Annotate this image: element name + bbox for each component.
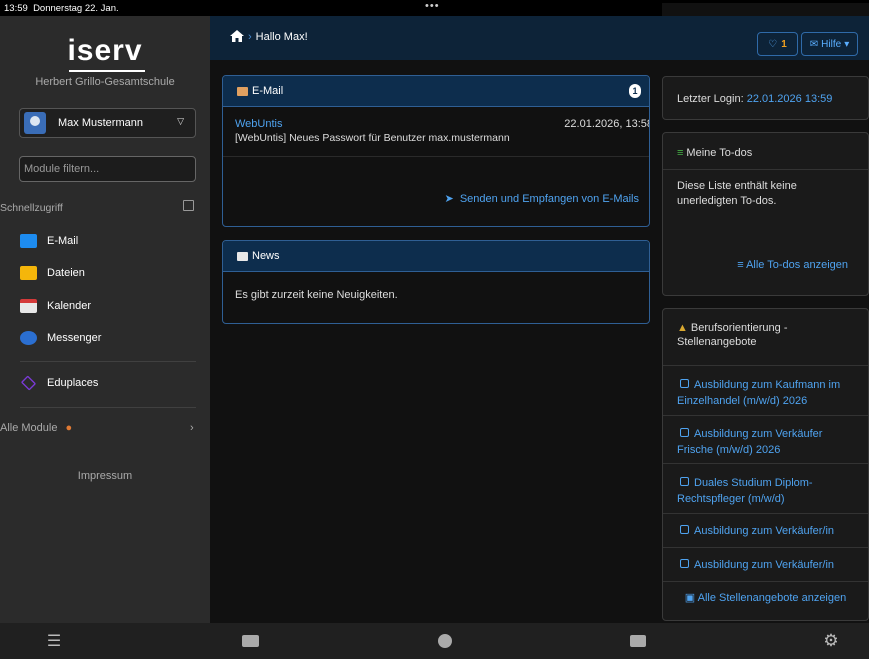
new-indicator-dot: ●	[65, 422, 73, 434]
quick-access-label: Schnellzugriff	[0, 202, 63, 214]
menu-icon[interactable]: ☰	[44, 633, 64, 650]
last-login-card: Letzter Login: 22.01.2026 13:59	[662, 76, 869, 120]
gear-icon[interactable]: ⚙	[822, 631, 840, 650]
help-label: Hilfe	[821, 38, 842, 50]
sidebar-item-label: Dateien	[47, 267, 85, 279]
mail-icon	[20, 234, 37, 248]
notifications-button[interactable]: ♡ 1	[757, 32, 798, 56]
news-panel: News Es gibt zurzeit keine Neuigkeiten.	[222, 240, 650, 324]
home-icon[interactable]	[230, 30, 244, 42]
divider	[663, 169, 868, 170]
eduplaces-icon	[20, 375, 37, 391]
send-receive-mail-link[interactable]: ➤ Senden und Empfangen von E-Mails	[444, 192, 639, 205]
mail-date: 22.01.2026, 13:58	[564, 118, 650, 130]
news-icon	[237, 251, 248, 261]
caret-down-icon: ▾	[844, 38, 850, 50]
divider	[663, 581, 868, 582]
briefcase-icon	[680, 379, 689, 388]
email-panel-title: E-Mail	[252, 85, 284, 97]
briefcase-icon	[680, 428, 689, 437]
chat-icon[interactable]	[436, 633, 454, 649]
job-item[interactable]: Duales Studium Diplom-Rechtspfleger (m/w…	[663, 463, 868, 513]
sidebar-item-label: Messenger	[47, 332, 102, 344]
briefcase-icon	[680, 559, 689, 568]
briefcase-icon	[680, 477, 689, 486]
todo-card: ≡ Meine To-dos Diese Liste enthält keine …	[662, 132, 869, 296]
jobs-title: ▲ Berufsorientierung - Stellenangebote	[677, 322, 788, 348]
avatar	[24, 112, 46, 134]
divider	[20, 361, 196, 362]
divider	[223, 156, 649, 157]
calendar-icon	[20, 299, 37, 313]
user-name: Max Mustermann	[58, 117, 143, 129]
checklist-icon: ≡	[677, 147, 684, 159]
list-icon: ≡	[737, 259, 744, 271]
sidebar-item-label: Kalender	[47, 300, 92, 312]
news-panel-title: News	[252, 250, 280, 262]
all-todos-link[interactable]: ≡ Alle To-dos anzeigen	[737, 259, 848, 271]
sidebar: iserv Herbert Grillo-Gesamtschule Max Mu…	[0, 16, 210, 623]
caret-down-icon: ▽	[177, 116, 184, 126]
job-item[interactable]: Ausbildung zum Verkäufer Frische (m/w/d)…	[663, 415, 868, 463]
last-login-text: Letzter Login: 22.01.2026 13:59	[677, 93, 833, 105]
bell-icon: ♡	[768, 38, 778, 50]
right-column: Letzter Login: 22.01.2026 13:59 ≡ Meine T…	[662, 60, 869, 623]
divider	[20, 407, 196, 408]
status-bar: 13:59 Donnerstag 22. Jan. ••• ☯ 6 %	[0, 0, 869, 566]
news-empty-text: Es gibt zurzeit keine Neuigkeiten.	[235, 289, 398, 301]
chevron-right-icon: ›	[190, 422, 194, 434]
mail-list-item[interactable]: WebUntis 22.01.2026, 13:58 [WebUntis] Ne…	[235, 118, 650, 144]
help-button[interactable]: ✉ Hilfe ▾	[801, 32, 858, 56]
sidebar-item-label: E-Mail	[47, 235, 79, 247]
mailbox-icon	[237, 86, 248, 96]
all-jobs-link[interactable]: ▣ Alle Stellenangebote anzeigen	[663, 591, 868, 604]
all-modules-link[interactable]: Alle Module ● ›	[0, 422, 210, 434]
todo-title: ≡ Meine To-dos	[677, 147, 753, 159]
briefcase-icon: ▣	[684, 592, 696, 604]
edit-icon[interactable]	[183, 200, 194, 211]
sidebar-item-messenger[interactable]: Messenger	[20, 327, 200, 349]
breadcrumb: › Hallo Max!	[248, 31, 308, 43]
school-name: Herbert Grillo-Gesamtschule	[35, 76, 175, 88]
user-menu-button[interactable]: Max Mustermann ▽	[19, 108, 196, 138]
messenger-icon	[20, 331, 37, 345]
help-icon: ✉	[809, 38, 819, 50]
breadcrumb-separator-icon: ›	[248, 31, 252, 43]
briefcase-icon	[680, 525, 689, 534]
paper-plane-icon: ➤	[444, 193, 454, 205]
news-panel-header[interactable]: News	[223, 241, 649, 272]
sidebar-item-email[interactable]: E-Mail	[20, 230, 200, 252]
top-bar: › Hallo Max! ♡ 1 ✉ Hilfe ▾	[210, 16, 869, 60]
iserv-logo[interactable]: iserv	[0, 34, 210, 72]
page-title: Hallo Max!	[255, 31, 308, 43]
job-item[interactable]: Ausbildung zum Kaufmann im Einzelhandel …	[663, 365, 868, 415]
all-modules-label: Alle Module	[0, 422, 58, 434]
mail-subject: [WebUntis] Neues Passwort für Benutzer m…	[235, 132, 510, 144]
status-time: 13:59 Donnerstag 22. Jan.	[4, 3, 119, 14]
sidebar-item-files[interactable]: Dateien	[20, 262, 200, 284]
sidebar-item-calendar[interactable]: Kalender	[20, 295, 200, 317]
graduation-cap-icon: ▲	[677, 322, 688, 334]
folder-icon[interactable]	[628, 633, 648, 649]
unread-count-badge: 1	[629, 84, 641, 98]
module-filter-input[interactable]	[19, 156, 196, 182]
impressum-link[interactable]: Impressum	[0, 470, 210, 482]
job-item[interactable]: Ausbildung zum Verkäufer/in	[663, 547, 868, 581]
last-login-value: 22.01.2026 13:59	[746, 93, 833, 105]
jobs-card: ▲ Berufsorientierung - Stellenangebote Au…	[662, 308, 869, 621]
main-content: E-Mail 1 WebUntis 22.01.2026, 13:58 [Web…	[210, 60, 662, 623]
notification-count: 1	[781, 38, 787, 50]
email-panel-header[interactable]: E-Mail	[223, 76, 649, 107]
job-item[interactable]: Ausbildung zum Verkäufer/in	[663, 513, 868, 547]
bottom-tab-bar: ☰ ⚙	[0, 623, 869, 659]
folder-icon	[20, 266, 37, 280]
email-panel: E-Mail 1 WebUntis 22.01.2026, 13:58 [Web…	[222, 75, 650, 227]
multitask-dots-icon[interactable]: •••	[425, 0, 440, 12]
todo-empty-text: Diese Liste enthält keine unerledigten T…	[677, 180, 797, 207]
mail-icon[interactable]	[240, 633, 260, 649]
sidebar-item-label: Eduplaces	[47, 377, 99, 389]
sidebar-item-eduplaces[interactable]: Eduplaces	[20, 372, 200, 394]
